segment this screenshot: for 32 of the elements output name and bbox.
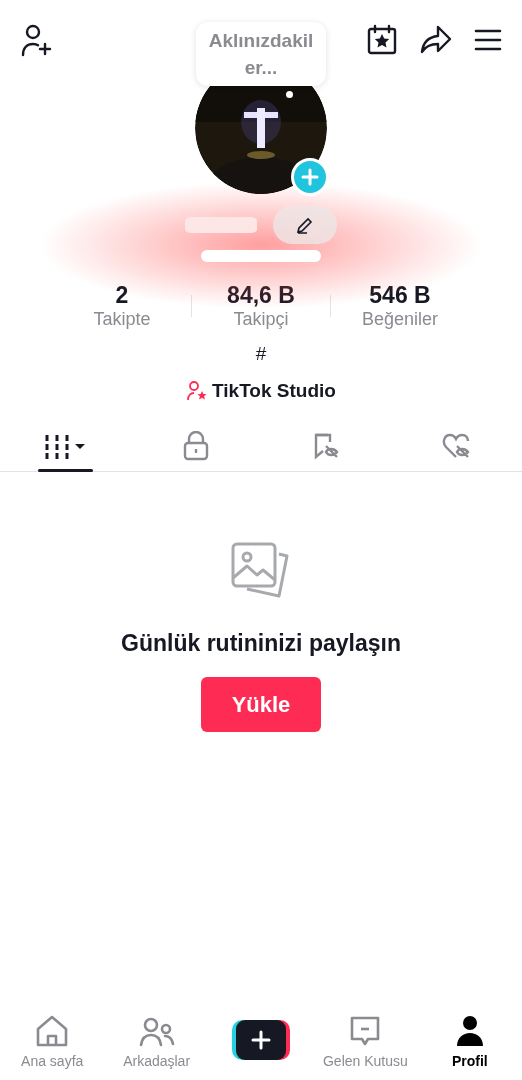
add-user-icon[interactable] [20, 23, 54, 57]
redaction-mark [185, 214, 257, 236]
share-icon[interactable] [420, 25, 452, 55]
stat-label: Takipte [93, 308, 151, 330]
bio-text: # [254, 342, 268, 366]
menu-icon[interactable] [474, 28, 502, 52]
stat-value: 546 B [369, 282, 431, 308]
empty-state-title: Günlük rutininizi paylaşın [121, 629, 401, 658]
upload-button[interactable]: Yükle [201, 676, 321, 732]
inbox-icon [349, 1015, 382, 1047]
heart-hidden-icon [441, 432, 472, 460]
nav-tab[interactable]: Profil [417, 1008, 522, 1072]
nav-tab[interactable]: Gelen Kutusu [313, 1008, 418, 1072]
plus-icon [301, 168, 319, 186]
plus-icon [251, 1030, 271, 1050]
stat-label: Beğeniler [361, 308, 439, 330]
grid-icon [44, 433, 87, 459]
stat-value: 84,6 B [227, 282, 295, 308]
home-icon [35, 1015, 70, 1047]
stat-value: 2 [115, 282, 129, 308]
edit-button[interactable] [273, 206, 337, 244]
nav-tab[interactable]: Arkadaşlar [104, 1008, 209, 1072]
stat-label: Takipçi [233, 308, 289, 330]
nav-tab[interactable]: Ana sayfa [0, 1008, 105, 1072]
friends-icon [138, 1017, 175, 1047]
bookmark-hidden-icon [312, 432, 341, 460]
pencil-icon [295, 215, 315, 235]
lock-icon [182, 431, 209, 461]
user-star-icon [186, 379, 209, 402]
profile-icon [455, 1015, 484, 1047]
studio-link[interactable]: TikTok Studio [186, 376, 336, 405]
add-photo-button[interactable] [291, 158, 329, 196]
